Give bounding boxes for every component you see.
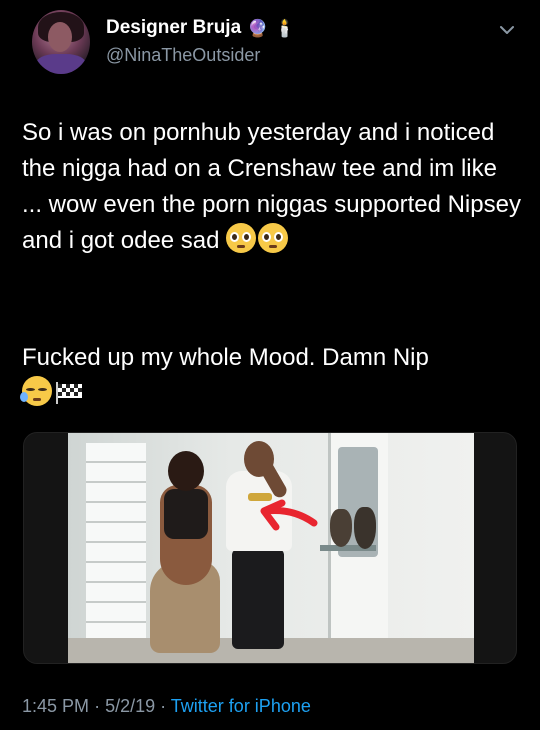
avatar[interactable]: [32, 10, 90, 74]
tweet-date[interactable]: 5/2/19: [105, 696, 155, 716]
name-row: Designer Bruja 🔮 🕯️: [106, 17, 296, 39]
tweet-text-2: Fucked up my whole Mood. Damn Nip: [22, 344, 429, 371]
tweet-body-paragraph-2: Fucked up my whole Mood. Damn Nip: [20, 340, 522, 412]
checkered-flag-icon: [56, 382, 82, 404]
candle-icon: 🕯️: [274, 18, 296, 38]
user-handle[interactable]: @NinaTheOutsider: [106, 45, 260, 66]
tweet-source-link[interactable]: Twitter for iPhone: [171, 696, 311, 716]
separator: ·: [94, 696, 106, 716]
tweet-body-paragraph-1: So i was on pornhub yesterday and i noti…: [22, 115, 522, 259]
tweet-header: Designer Bruja 🔮 🕯️ @NinaTheOutsider: [0, 0, 540, 90]
display-name[interactable]: Designer Bruja: [106, 17, 241, 39]
red-arrow-annotation: [260, 499, 318, 531]
tweet-meta: 1:45 PM · 5/2/19 · Twitter for iPhone: [22, 696, 311, 717]
pleading-face-icon: [226, 223, 257, 253]
tweet-media[interactable]: [23, 432, 517, 664]
pleading-face-icon: [258, 223, 289, 253]
separator: ·: [160, 696, 171, 716]
crystal-ball-icon: 🔮: [247, 18, 269, 38]
sleepy-face-icon: [20, 376, 52, 406]
tweet-time[interactable]: 1:45 PM: [22, 696, 89, 716]
media-image[interactable]: [68, 433, 474, 663]
chevron-down-icon[interactable]: [497, 20, 517, 40]
